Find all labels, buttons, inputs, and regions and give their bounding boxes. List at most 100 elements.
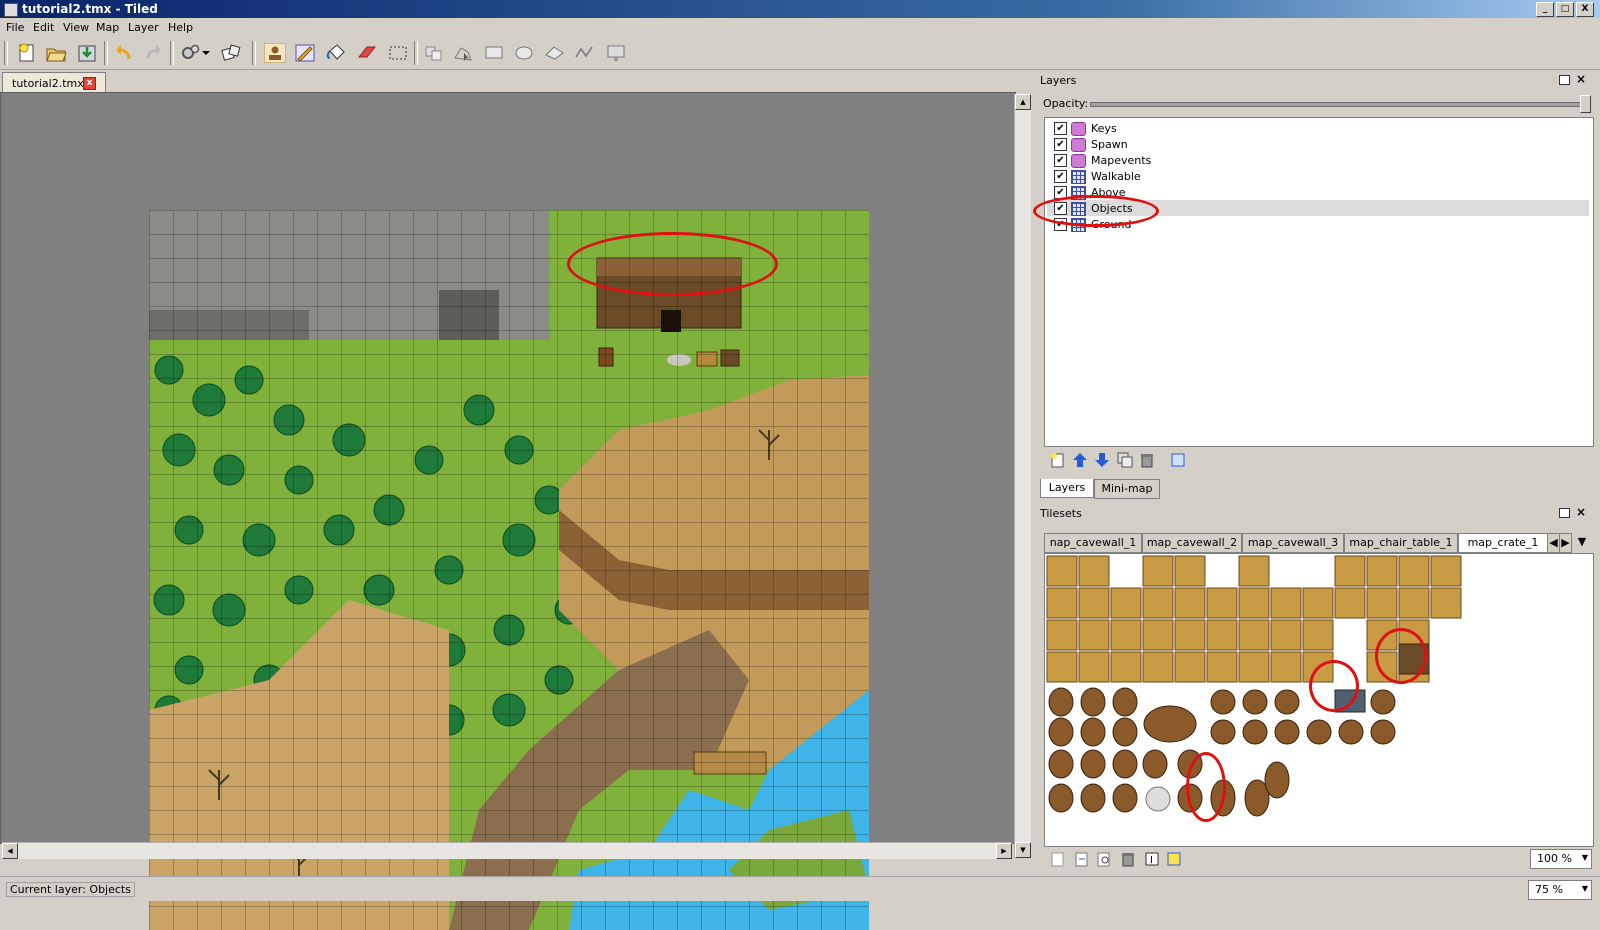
status-bar: Current layer: Objects 75 % ▼ [0, 876, 1600, 901]
new-layer-icon[interactable] [1050, 452, 1066, 468]
terrain-brush-icon[interactable] [294, 43, 316, 63]
map-vertical-scrollbar[interactable]: ▲ ▼ [1014, 94, 1031, 858]
layer-actions-bar [1044, 449, 1592, 473]
menu-edit[interactable]: Edit [33, 21, 54, 34]
layers-panel-title: Layers [1040, 74, 1077, 87]
insert-rectangle-icon[interactable] [483, 43, 505, 63]
maximize-button[interactable]: □ [1556, 2, 1574, 17]
move-down-icon[interactable] [1094, 452, 1110, 468]
visibility-checkbox[interactable]: ✔ [1054, 138, 1067, 151]
menu-layer[interactable]: Layer [128, 21, 159, 34]
layer-row-keys[interactable]: ✔ Keys [1047, 120, 1589, 136]
layer-row-mapevents[interactable]: ✔ Mapevents [1047, 152, 1589, 168]
float-panel-icon[interactable] [1559, 75, 1570, 85]
duplicate-icon[interactable] [1117, 452, 1133, 468]
map-horizontal-scrollbar[interactable]: ◀ ▶ [2, 842, 1012, 859]
layer-name: Spawn [1091, 138, 1128, 151]
select-objects-icon[interactable] [423, 43, 445, 63]
stamp-brush-icon[interactable] [264, 43, 286, 63]
tilesets-panel-title: Tilesets [1040, 507, 1082, 520]
close-button[interactable]: X [1576, 2, 1594, 17]
float-panel-icon[interactable] [1559, 508, 1570, 518]
opacity-slider-handle[interactable] [1580, 95, 1591, 113]
tab-mini-map[interactable]: Mini-map [1094, 479, 1160, 499]
command-icon[interactable] [180, 43, 202, 63]
current-layer-status: Current layer: Objects [6, 882, 135, 897]
opacity-slider-track[interactable] [1090, 102, 1582, 107]
tab-tileset-chair-table-1[interactable]: map_chair_table_1 [1344, 533, 1458, 553]
scroll-down-icon[interactable]: ▼ [1015, 842, 1031, 858]
minimize-button[interactable]: _ [1536, 2, 1554, 17]
window-controls: _ □ X [1536, 2, 1594, 17]
visibility-checkbox[interactable]: ✔ [1054, 122, 1067, 135]
map-canvas-area[interactable] [0, 92, 1016, 930]
chevron-down-icon[interactable] [200, 43, 212, 63]
scroll-right-icon[interactable]: ▶ [996, 843, 1012, 859]
export-icon[interactable] [1096, 851, 1112, 867]
map-view[interactable] [149, 210, 869, 930]
delete-tileset-icon[interactable] [1120, 851, 1136, 867]
delete-icon[interactable] [1139, 452, 1155, 468]
tileset-actions-bar: I [1044, 848, 1592, 870]
insert-ellipse-icon[interactable] [513, 43, 535, 63]
undo-icon[interactable] [113, 43, 135, 63]
layer-name: Keys [1091, 122, 1117, 135]
layer-name: Mapevents [1091, 154, 1152, 167]
eraser-icon[interactable] [356, 43, 378, 63]
object-layer-icon [1071, 154, 1086, 168]
map-zoom-value: 75 % [1535, 883, 1563, 896]
tab-scroll-right-icon[interactable]: ▶ [1559, 533, 1572, 553]
toolbar-separator [414, 41, 418, 65]
redo-icon[interactable] [142, 43, 164, 63]
move-up-icon[interactable] [1072, 452, 1088, 468]
visibility-checkbox[interactable]: ✔ [1054, 154, 1067, 167]
layer-row-spawn[interactable]: ✔ Spawn [1047, 136, 1589, 152]
save-icon[interactable] [76, 43, 98, 63]
svg-text:I: I [1150, 855, 1153, 866]
layer-name: Walkable [1091, 170, 1141, 183]
object-layer-icon [1071, 122, 1086, 136]
tab-tileset-crate-1[interactable]: map_crate_1 [1458, 533, 1548, 553]
opacity-label: Opacity: [1043, 97, 1089, 110]
insert-polygon-icon[interactable] [543, 43, 565, 63]
tile-layer-icon [1071, 170, 1086, 184]
menu-view[interactable]: View [63, 21, 89, 34]
import-icon[interactable] [1074, 851, 1090, 867]
menu-bar: File Edit View Map Layer Help [0, 18, 1600, 37]
tab-layers[interactable]: Layers [1040, 479, 1094, 498]
tileset-zoom-select[interactable]: 100 % ▼ [1530, 849, 1592, 869]
tileset-properties-icon[interactable] [1166, 851, 1182, 867]
rectangle-select-icon[interactable] [387, 43, 409, 63]
annotation-circle [1309, 660, 1359, 712]
scroll-up-icon[interactable]: ▲ [1015, 94, 1031, 110]
menu-map[interactable]: Map [96, 21, 119, 34]
close-panel-icon[interactable]: × [1576, 72, 1586, 86]
menu-file[interactable]: File [6, 21, 24, 34]
tab-tileset-cavewall-2[interactable]: map_cavewall_2 [1142, 533, 1242, 553]
insert-tile-icon[interactable] [605, 43, 627, 63]
properties-icon[interactable] [1170, 452, 1186, 468]
close-panel-icon[interactable]: × [1576, 505, 1586, 519]
new-tileset-icon[interactable] [1050, 851, 1066, 867]
map-zoom-select[interactable]: 75 % ▼ [1528, 880, 1592, 900]
scroll-left-icon[interactable]: ◀ [2, 843, 18, 859]
layer-row-walkable[interactable]: ✔ Walkable [1047, 168, 1589, 184]
edit-terrain-icon[interactable]: I [1144, 851, 1160, 867]
annotation-circle [567, 232, 778, 296]
edit-polygon-icon[interactable] [452, 43, 474, 63]
toolbar-separator [170, 41, 174, 65]
tab-tileset-cavewall-1[interactable]: nap_cavewall_1 [1044, 533, 1142, 553]
tab-tileset-cavewall-3[interactable]: map_cavewall_3 [1242, 533, 1344, 553]
new-map-icon[interactable] [16, 43, 38, 63]
insert-polyline-icon[interactable] [573, 43, 595, 63]
annotation-circle [1375, 628, 1427, 684]
open-icon[interactable] [45, 43, 67, 63]
menu-help[interactable]: Help [168, 21, 193, 34]
visibility-checkbox[interactable]: ✔ [1054, 170, 1067, 183]
tiled-app-icon [4, 3, 18, 17]
bucket-fill-icon[interactable] [325, 43, 347, 63]
random-icon[interactable] [220, 43, 242, 63]
tab-tutorial2[interactable]: tutorial2.tmx x [2, 72, 106, 93]
close-tab-icon[interactable]: x [83, 77, 96, 90]
tab-list-dropdown-icon[interactable]: ▼ [1573, 533, 1591, 551]
